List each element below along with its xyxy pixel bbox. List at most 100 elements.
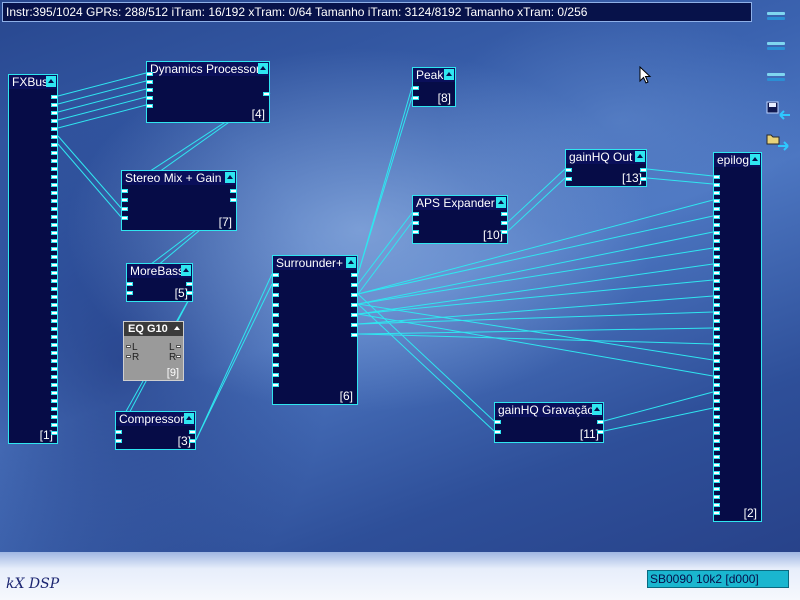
output-port[interactable] (351, 323, 358, 327)
collapse-icon[interactable] (225, 172, 235, 183)
output-port[interactable] (597, 420, 604, 424)
input-port[interactable] (121, 198, 128, 202)
input-port[interactable] (121, 216, 128, 220)
input-port[interactable] (713, 463, 720, 467)
output-port[interactable] (189, 430, 196, 434)
input-port[interactable] (713, 287, 720, 291)
output-port[interactable] (189, 439, 196, 443)
output-port[interactable] (640, 177, 647, 181)
input-port[interactable] (115, 439, 122, 443)
input-port[interactable] (412, 96, 419, 100)
plugin-eq-g10[interactable]: EQ G10 L R L R [9] (123, 321, 184, 381)
collapse-icon[interactable] (592, 404, 602, 415)
input-port[interactable] (272, 293, 279, 297)
input-port[interactable] (713, 431, 720, 435)
output-port[interactable] (51, 343, 58, 347)
input-port[interactable] (713, 175, 720, 179)
output-port[interactable] (51, 415, 58, 419)
menu-bars-icon[interactable] (765, 9, 787, 23)
output-port[interactable] (51, 287, 58, 291)
input-port[interactable] (713, 327, 720, 331)
input-port[interactable] (713, 191, 720, 195)
input-port[interactable] (713, 471, 720, 475)
input-port[interactable] (146, 96, 153, 100)
input-port[interactable] (713, 271, 720, 275)
input-port[interactable] (713, 279, 720, 283)
input-port[interactable] (713, 231, 720, 235)
input-port[interactable] (713, 367, 720, 371)
plugin-compressor[interactable]: Compressor [3] (115, 411, 196, 450)
input-port[interactable] (713, 183, 720, 187)
input-port[interactable] (412, 212, 419, 216)
output-port[interactable] (51, 359, 58, 363)
output-port[interactable] (51, 271, 58, 275)
collapse-icon[interactable] (46, 76, 56, 87)
output-port[interactable] (51, 367, 58, 371)
input-port[interactable] (115, 430, 122, 434)
output-port[interactable] (51, 279, 58, 283)
input-port[interactable] (146, 104, 153, 108)
input-port[interactable] (272, 303, 279, 307)
output-port[interactable] (51, 103, 58, 107)
output-port[interactable] (51, 311, 58, 315)
input-port[interactable] (121, 207, 128, 211)
output-port[interactable] (51, 247, 58, 251)
input-port[interactable] (126, 282, 133, 286)
output-port[interactable] (51, 327, 58, 331)
input-port[interactable] (272, 313, 279, 317)
input-port[interactable] (494, 420, 501, 424)
output-port[interactable] (51, 127, 58, 131)
input-port[interactable] (713, 399, 720, 403)
output-port[interactable] (51, 143, 58, 147)
output-port[interactable] (186, 282, 193, 286)
input-port[interactable] (713, 263, 720, 267)
input-port[interactable] (412, 230, 419, 234)
collapse-icon[interactable] (184, 413, 194, 424)
output-port[interactable] (351, 313, 358, 317)
output-port[interactable] (51, 351, 58, 355)
open-folder-icon[interactable] (766, 131, 794, 153)
input-port[interactable] (272, 373, 279, 377)
output-port[interactable] (51, 183, 58, 187)
output-port[interactable] (501, 212, 508, 216)
output-port[interactable] (51, 303, 58, 307)
input-port[interactable] (494, 430, 501, 434)
output-port[interactable] (51, 191, 58, 195)
plugin-fxbus[interactable]: FXBus [1] (8, 74, 58, 444)
plugin-morebass[interactable]: MoreBass [5] (126, 263, 193, 302)
input-port[interactable] (713, 511, 720, 515)
input-port[interactable] (272, 363, 279, 367)
input-port[interactable] (713, 303, 720, 307)
input-port[interactable] (713, 207, 720, 211)
input-port[interactable] (713, 495, 720, 499)
output-port[interactable] (263, 92, 270, 96)
input-port[interactable] (713, 247, 720, 251)
menu-bars-icon[interactable] (765, 39, 787, 53)
output-port[interactable] (51, 215, 58, 219)
output-port[interactable] (51, 383, 58, 387)
output-port[interactable] (51, 255, 58, 259)
input-port[interactable] (126, 345, 131, 348)
input-port[interactable] (713, 455, 720, 459)
plugin-dynamics-processor[interactable]: Dynamics Processor [4] (146, 61, 270, 123)
input-port[interactable] (146, 72, 153, 76)
input-port[interactable] (713, 215, 720, 219)
input-port[interactable] (713, 343, 720, 347)
input-port[interactable] (121, 189, 128, 193)
input-port[interactable] (126, 291, 133, 295)
output-port[interactable] (351, 333, 358, 337)
collapse-icon[interactable] (346, 257, 356, 268)
input-port[interactable] (713, 255, 720, 259)
plugin-peak[interactable]: Peak [8] (412, 67, 456, 107)
input-port[interactable] (713, 391, 720, 395)
input-port[interactable] (272, 273, 279, 277)
input-port[interactable] (713, 351, 720, 355)
input-port[interactable] (713, 423, 720, 427)
input-port[interactable] (272, 283, 279, 287)
output-port[interactable] (51, 175, 58, 179)
output-port[interactable] (351, 273, 358, 277)
collapse-icon[interactable] (181, 265, 191, 276)
output-port[interactable] (51, 335, 58, 339)
output-port[interactable] (501, 221, 508, 225)
collapse-icon[interactable] (750, 154, 760, 165)
